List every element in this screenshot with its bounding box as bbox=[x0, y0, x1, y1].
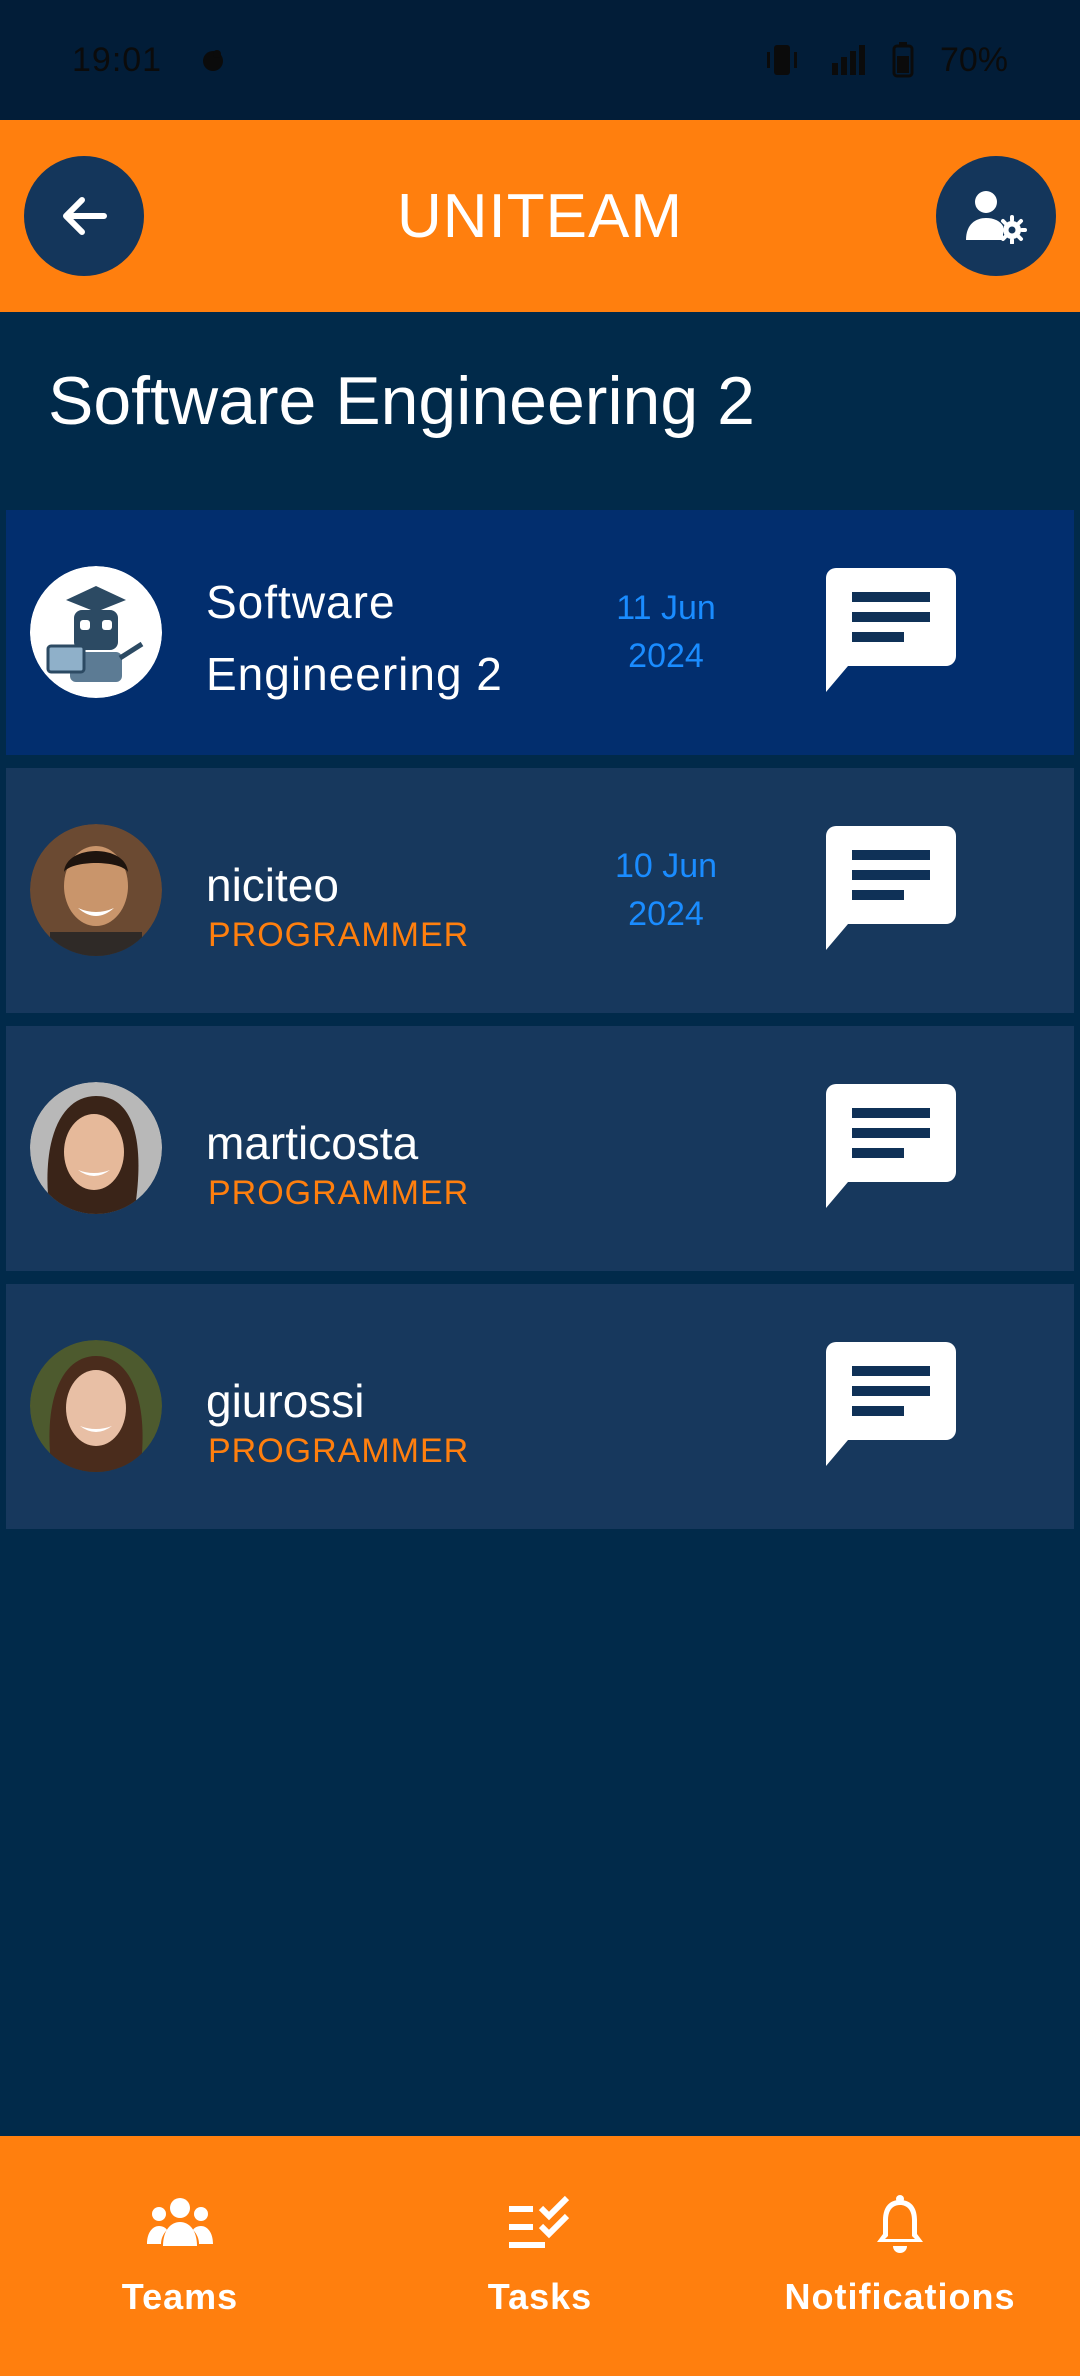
nav-notifications[interactable]: Notifications bbox=[720, 2136, 1080, 2376]
status-bar: 19:01 70% bbox=[0, 0, 1080, 120]
group-name-line2: Engineering 2 bbox=[206, 648, 503, 700]
group-name: Software Engineering 2 bbox=[206, 566, 566, 710]
signal-icon bbox=[831, 45, 865, 75]
member-role: PROGRAMMER bbox=[208, 1174, 470, 1212]
list-item-member[interactable]: marticosta PROGRAMMER bbox=[6, 1026, 1074, 1271]
status-time: 19:01 bbox=[72, 40, 163, 79]
group-name-line1: Software bbox=[206, 576, 396, 628]
back-button[interactable] bbox=[24, 156, 144, 276]
member-role: PROGRAMMER bbox=[208, 1432, 470, 1470]
nav-tasks[interactable]: Tasks bbox=[360, 2136, 720, 2376]
arrow-left-icon bbox=[63, 197, 107, 235]
member-role: PROGRAMMER bbox=[208, 916, 470, 954]
user-gear-icon bbox=[966, 191, 1027, 244]
avatar bbox=[30, 824, 162, 956]
app-title: UNITEAM bbox=[397, 181, 683, 251]
list-item-group-chat[interactable]: Software Engineering 2 11 Jun 2024 bbox=[6, 510, 1074, 755]
member-name: giurossi bbox=[206, 1375, 365, 1427]
vibrate-icon bbox=[766, 45, 797, 75]
avatar bbox=[30, 1082, 162, 1214]
date-day: 10 Jun bbox=[614, 847, 718, 885]
notification-app-icon bbox=[203, 50, 224, 71]
last-message-date: 10 Jun 2024 bbox=[566, 842, 766, 938]
avatar bbox=[30, 1340, 162, 1472]
team-settings-button[interactable] bbox=[936, 156, 1056, 276]
chat-icon[interactable] bbox=[826, 1084, 956, 1210]
chat-icon[interactable] bbox=[826, 1342, 956, 1468]
page-title: Software Engineering 2 bbox=[48, 363, 755, 439]
bottom-navigation: Teams Tasks Notifications bbox=[0, 2136, 1080, 2376]
last-message-date: 11 Jun 2024 bbox=[566, 584, 766, 680]
date-year: 2024 bbox=[628, 895, 704, 933]
app-header: UNITEAM bbox=[0, 120, 1080, 312]
battery-icon bbox=[892, 42, 914, 78]
list-item-member[interactable]: giurossi PROGRAMMER bbox=[6, 1284, 1074, 1529]
chat-icon[interactable] bbox=[826, 568, 956, 694]
list-item-member[interactable]: niciteo PROGRAMMER 10 Jun 2024 bbox=[6, 768, 1074, 1013]
member-name: marticosta bbox=[206, 1117, 419, 1169]
nav-notifications-label: Notifications bbox=[784, 2276, 1016, 2317]
app-root: 19:01 70% UNITEAM Software Engineering 2… bbox=[0, 0, 1080, 2376]
battery-percent: 70% bbox=[939, 40, 1008, 79]
date-year: 2024 bbox=[628, 637, 704, 675]
status-icons: 70% bbox=[764, 41, 1008, 80]
nav-tasks-label: Tasks bbox=[487, 2276, 593, 2317]
member-name: niciteo bbox=[206, 859, 339, 911]
bell-icon bbox=[877, 2195, 923, 2253]
nav-teams[interactable]: Teams bbox=[0, 2136, 360, 2376]
date-day: 11 Jun bbox=[616, 589, 716, 627]
group-avatar bbox=[30, 566, 162, 698]
nav-teams-label: Teams bbox=[121, 2276, 239, 2317]
users-icon bbox=[147, 2198, 213, 2246]
checklist-icon bbox=[509, 2195, 570, 2248]
team-member-list: Software Engineering 2 11 Jun 2024 nicit… bbox=[6, 510, 1074, 1542]
chat-icon[interactable] bbox=[826, 826, 956, 952]
